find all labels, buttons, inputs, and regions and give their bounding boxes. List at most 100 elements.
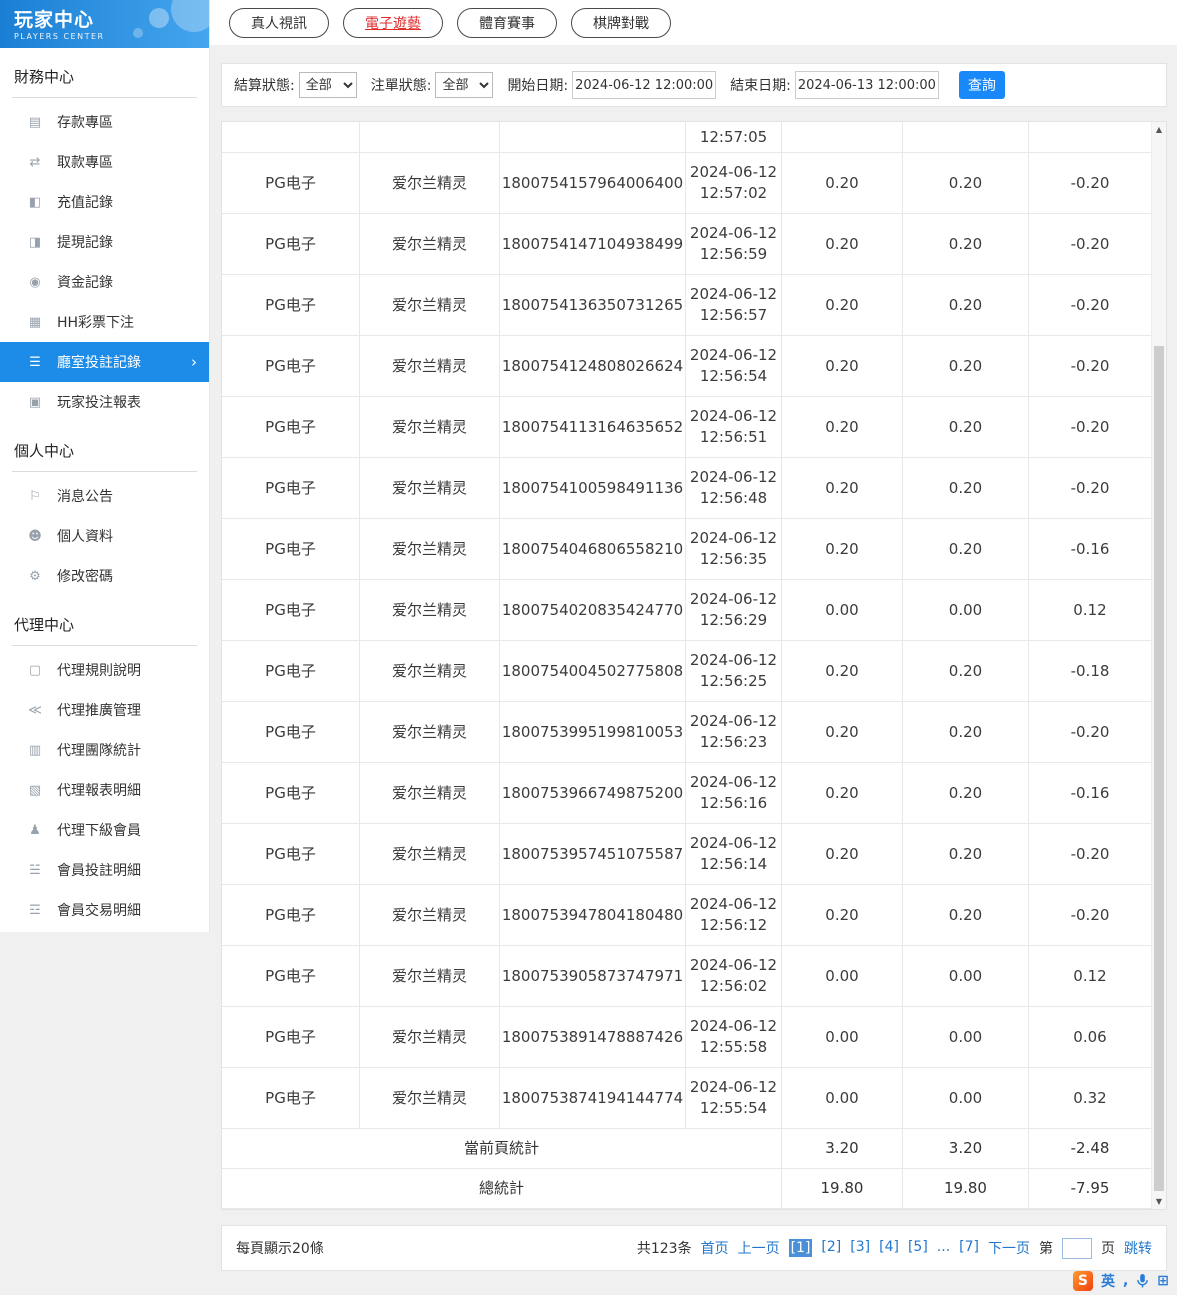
cell-game: 爱尔兰精灵 — [360, 458, 500, 518]
sidebar-menu: 財務中心 ▤ 存款專區 ⇄ 取款專區 ◧ 充值記錄 ◨ 提現記錄 ◉ 資金記錄 ▦ HH彩票下注 ☰ 廳室投… — [0, 48, 209, 930]
sidebar-item-fund-record[interactable]: ◉ 資金記錄 — [0, 262, 209, 302]
page-link-2[interactable]: [2] — [821, 1239, 841, 1257]
table-row: PG电子 爱尔兰精灵 1800753957451075587 2024-06-12 12… — [222, 824, 1151, 885]
ime-keyboard-icon[interactable]: ⊞ — [1157, 1273, 1169, 1289]
cell-order-number: 1800753905873747971 — [500, 946, 686, 1006]
cell-platform: PG电子 — [222, 519, 360, 579]
scroll-up-icon[interactable]: ▲ — [1152, 122, 1166, 137]
search-button[interactable]: 查詢 — [958, 71, 1005, 99]
cell-profit: -0.16 — [1070, 539, 1110, 558]
sidebar-item-change-password[interactable]: ⚙ 修改密碼 — [0, 556, 209, 596]
ime-punctuation-toggle[interactable]: , — [1123, 1273, 1128, 1289]
cell-platform: PG电子 — [222, 397, 360, 457]
page-link-4[interactable]: [4] — [879, 1239, 899, 1257]
sidebar-item-member-transaction-detail[interactable]: ☲ 會員交易明細 — [0, 890, 209, 930]
cell-profit: -0.16 — [1070, 783, 1110, 802]
end-date-label: 結束日期: — [730, 78, 791, 94]
sidebar-section-personal-center: 個人中心 ⚐ 消息公告 ☻ 個人資料 ⚙ 修改密碼 — [0, 422, 209, 596]
sidebar-item-room-bet-record[interactable]: ☰ 廳室投註記錄 › — [0, 342, 209, 382]
cell-order-number: 1800753874194144774 — [500, 1068, 686, 1128]
tab-live-video[interactable]: 真人視訊 — [229, 7, 329, 38]
tab-sports-events[interactable]: 體育賽事 — [457, 7, 557, 38]
settle-status-select[interactable]: 全部 — [298, 72, 357, 98]
microphone-icon[interactable] — [1136, 1273, 1149, 1289]
sidebar-item-agent-report-detail[interactable]: ▧ 代理報表明細 — [0, 770, 209, 810]
scrollbar-thumb[interactable] — [1154, 346, 1164, 1191]
jump-before-label: 第 — [1039, 1241, 1053, 1257]
cell-platform: PG电子 — [222, 336, 360, 396]
sidebar-item-message-notice[interactable]: ⚐ 消息公告 — [0, 476, 209, 516]
page-link-5[interactable]: [5] — [908, 1239, 928, 1257]
bet-detail-icon: ☱ — [29, 862, 41, 878]
page-link-1[interactable]: [1] — [788, 1239, 813, 1257]
sidebar-item-agent-team-stats[interactable]: ▥ 代理團隊統計 — [0, 730, 209, 770]
cell-game: 爱尔兰精灵 — [360, 275, 500, 335]
jump-button[interactable]: 跳转 — [1124, 1238, 1152, 1258]
cell-datetime: 2024-06-12 12:56:23 — [686, 702, 782, 762]
sidebar-item-withdraw[interactable]: ⇄ 取款專區 — [0, 142, 209, 182]
order-status-select[interactable]: 全部 — [435, 72, 494, 98]
cell-order-number: 1800754157964006400 — [500, 153, 686, 213]
document-icon: ▢ — [28, 662, 42, 678]
page-summary-valid: 3.20 — [903, 1129, 1029, 1168]
start-date-input[interactable] — [572, 71, 717, 99]
next-page-link[interactable]: 下一页 — [988, 1238, 1030, 1258]
page-jump-input[interactable] — [1062, 1237, 1092, 1259]
cell-datetime: 12:57:05 — [686, 122, 782, 152]
sidebar-item-recharge-record[interactable]: ◧ 充值記錄 — [0, 182, 209, 222]
sidebar-item-agent-rules[interactable]: ▢ 代理規則說明 — [0, 650, 209, 690]
player-report-icon: ▣ — [28, 394, 42, 410]
transaction-icon: ☲ — [29, 902, 41, 918]
chevron-right-icon: › — [191, 353, 197, 371]
pagination-controls: 共123条 首页 上一页 [1] [2] [3] [4] [5]... [7] 下一页 第… — [636, 1237, 1152, 1259]
table-row: PG电子 爱尔兰精灵 1800754113164635652 2024-06-12 12… — [222, 397, 1151, 458]
ime-toolbar: S 英 , ⊞ — [1072, 1271, 1169, 1291]
sidebar-item-label: 充值記錄 — [57, 195, 113, 211]
end-date-input[interactable] — [794, 71, 939, 99]
cell-platform: PG电子 — [222, 214, 360, 274]
sidebar-item-agent-promotion[interactable]: ≪ 代理推廣管理 — [0, 690, 209, 730]
total-count-text: 共123条 — [636, 1241, 692, 1257]
cell-bet-amount: 0.20 — [782, 275, 903, 335]
table-row: PG电子 爱尔兰精灵 1800753891478887426 2024-06-12 12… — [222, 1007, 1151, 1068]
cell-bet-amount: 0.20 — [782, 153, 903, 213]
cell-platform: PG电子 — [222, 702, 360, 762]
gear-icon: ⚙ — [29, 568, 41, 584]
cell-bet-amount: 0.00 — [782, 580, 903, 640]
sidebar-item-member-bet-detail[interactable]: ☱ 會員投註明細 — [0, 850, 209, 890]
cell-profit: -0.20 — [1070, 478, 1110, 497]
cell-bet-amount: 0.20 — [782, 336, 903, 396]
sidebar-item-label: 廳室投註記錄 — [57, 355, 141, 371]
cell-bet-amount: 0.20 — [782, 458, 903, 518]
sidebar-item-withdrawal-record[interactable]: ◨ 提現記錄 — [0, 222, 209, 262]
sidebar-item-hh-lottery-bet[interactable]: ▦ HH彩票下注 — [0, 302, 209, 342]
ime-language-toggle[interactable]: 英 — [1101, 1271, 1115, 1291]
cell-order-number: 1800754100598491136 — [500, 458, 686, 518]
first-page-link[interactable]: 首页 — [701, 1238, 729, 1258]
sidebar-item-label: 消息公告 — [57, 489, 113, 505]
logo-subtitle: PLAYERS CENTER — [14, 32, 105, 41]
ime-logo-icon[interactable]: S — [1072, 1271, 1093, 1291]
prev-page-link[interactable]: 上一页 — [738, 1238, 780, 1258]
sidebar-item-player-bet-report[interactable]: ▣ 玩家投注報表 — [0, 382, 209, 422]
cell-order-number: 1800754113164635652 — [500, 397, 686, 457]
page-link-7[interactable]: [7] — [959, 1239, 979, 1257]
sidebar-item-label: 代理報表明細 — [57, 783, 141, 799]
cell-game: 爱尔兰精灵 — [360, 885, 500, 945]
page-link-3[interactable]: [3] — [850, 1239, 870, 1257]
cell-game: 爱尔兰精灵 — [360, 824, 500, 884]
settle-status-group: 結算狀態: 全部 — [234, 72, 357, 98]
section-title-finance-center: 財務中心 — [12, 62, 197, 98]
table-row-partial: 12:57:05 — [222, 122, 1151, 153]
sidebar-item-deposit[interactable]: ▤ 存款專區 — [0, 102, 209, 142]
table-row: PG电子 爱尔兰精灵 1800754157964006400 2024-06-12 12… — [222, 153, 1151, 214]
cell-profit: -0.20 — [1070, 844, 1110, 863]
cell-platform: PG电子 — [222, 946, 360, 1006]
cell-platform: PG电子 — [222, 641, 360, 701]
tab-board-games[interactable]: 棋牌對戰 — [571, 7, 671, 38]
scroll-down-icon[interactable]: ▼ — [1152, 1194, 1166, 1209]
tab-electronic-games[interactable]: 電子遊藝 — [343, 7, 443, 38]
sidebar-item-agent-sub-members[interactable]: ♟ 代理下級會員 — [0, 810, 209, 850]
cell-bet-amount: 0.20 — [782, 214, 903, 274]
sidebar-item-personal-info[interactable]: ☻ 個人資料 — [0, 516, 209, 556]
